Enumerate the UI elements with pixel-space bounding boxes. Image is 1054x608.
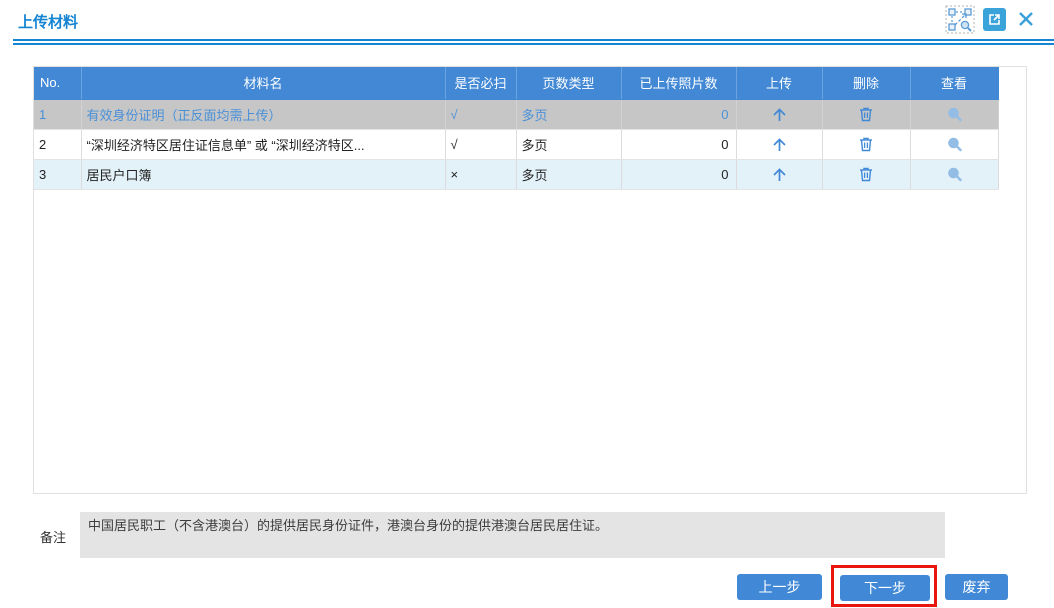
view-cell: [910, 129, 999, 160]
delete-cell: [822, 159, 911, 190]
delete-icon[interactable]: [855, 133, 877, 155]
page-type: 多页: [516, 159, 622, 190]
discard-button[interactable]: 废弃: [945, 574, 1008, 600]
remark-label: 备注: [40, 530, 67, 545]
remark-textarea[interactable]: 中国居民职工（不含港澳台）的提供居民身份证件，港澳台身份的提供港澳台居民居住证。: [80, 512, 945, 558]
row-number: 2: [34, 129, 82, 160]
table-row[interactable]: 1 有效身份证明（正反面均需上传） √ 多页 0: [34, 99, 999, 130]
view-icon[interactable]: [943, 133, 965, 155]
delete-cell: [822, 129, 911, 160]
view-icon[interactable]: [943, 163, 965, 185]
table-header: No. 材料名 是否必扫 页数类型 已上传照片数 上传 删除 查看: [34, 67, 999, 100]
row-number: 3: [34, 159, 82, 190]
column-header-page-type: 页数类型: [516, 67, 622, 100]
delete-icon[interactable]: [855, 103, 877, 125]
column-header-uploaded-count: 已上传照片数: [621, 67, 737, 100]
view-icon[interactable]: [943, 103, 965, 125]
open-external-icon[interactable]: [983, 8, 1006, 31]
delete-cell: [822, 99, 911, 130]
table-row[interactable]: 2 “深圳经济特区居住证信息单” 或 “深圳经济特区... √ 多页 0: [34, 129, 999, 160]
previous-step-button[interactable]: 上一步: [737, 574, 822, 600]
page-title: 上传材料: [18, 14, 79, 31]
materials-table: No. 材料名 是否必扫 页数类型 已上传照片数 上传 删除 查看 1 有效身份…: [34, 67, 999, 190]
page-type: 多页: [516, 129, 622, 160]
zoom-region-icon[interactable]: [945, 5, 975, 34]
material-name: 居民户口簿: [81, 159, 446, 190]
column-header-material-name: 材料名: [81, 67, 446, 100]
column-header-delete: 删除: [822, 67, 911, 100]
column-header-view: 查看: [910, 67, 999, 100]
view-cell: [910, 99, 999, 130]
upload-materials-dialog: 上传材料 No. 材料名 是否必扫 页数类型 已上传照片数 上传 删除 查看 1…: [0, 0, 1054, 608]
required-flag: ×: [445, 159, 517, 190]
upload-icon[interactable]: [768, 133, 790, 155]
material-name: 有效身份证明（正反面均需上传）: [81, 99, 446, 130]
page-type: 多页: [516, 99, 622, 130]
uploaded-count: 0: [621, 99, 737, 130]
materials-table-panel: No. 材料名 是否必扫 页数类型 已上传照片数 上传 删除 查看 1 有效身份…: [33, 66, 1027, 494]
uploaded-count: 0: [621, 129, 737, 160]
upload-icon[interactable]: [768, 103, 790, 125]
title-separator: [13, 39, 1054, 45]
required-flag: √: [445, 99, 517, 130]
row-number: 1: [34, 99, 82, 130]
upload-cell: [736, 159, 823, 190]
material-name: “深圳经济特区居住证信息单” 或 “深圳经济特区...: [81, 129, 446, 160]
column-header-required-scan: 是否必扫: [445, 67, 517, 100]
table-body: 1 有效身份证明（正反面均需上传） √ 多页 0 2 “深圳经济特区居住证信息单…: [34, 99, 999, 190]
delete-icon[interactable]: [855, 163, 877, 185]
uploaded-count: 0: [621, 159, 737, 190]
view-cell: [910, 159, 999, 190]
header-icons: [945, 4, 1038, 34]
next-step-button[interactable]: 下一步: [840, 575, 930, 601]
required-flag: √: [445, 129, 517, 160]
column-header-no: No.: [34, 67, 82, 100]
column-header-upload: 上传: [736, 67, 823, 100]
upload-cell: [736, 129, 823, 160]
upload-cell: [736, 99, 823, 130]
close-icon[interactable]: [1014, 7, 1038, 31]
table-row[interactable]: 3 居民户口簿 × 多页 0: [34, 159, 999, 190]
upload-icon[interactable]: [768, 163, 790, 185]
